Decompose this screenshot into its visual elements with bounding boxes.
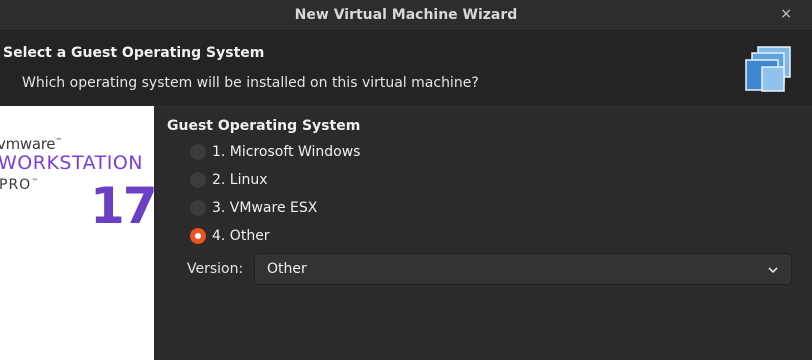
window-titlebar: New Virtual Machine Wizard × (0, 0, 812, 31)
radio-vmware-esx[interactable]: 3. VMware ESX (190, 197, 317, 219)
radio-indicator[interactable] (190, 200, 206, 216)
chevron-down-icon (768, 267, 778, 274)
version-label: Version: (187, 261, 244, 277)
radio-linux[interactable]: 2. Linux (190, 169, 268, 191)
product-name: WORKSTATION (0, 152, 143, 174)
radio-label: 4. Other (212, 228, 270, 244)
product-edition: PRO™ (0, 177, 40, 193)
radio-label: 1. Microsoft Windows (212, 144, 361, 160)
product-version-number: 17 (90, 177, 158, 235)
radio-indicator[interactable] (190, 172, 206, 188)
os-selection-panel: Guest Operating System 1. Microsoft Wind… (154, 106, 812, 360)
branding-panel: vmware™ WORKSTATION PRO™ 17 (0, 106, 158, 360)
window-title: New Virtual Machine Wizard (294, 7, 518, 23)
vmware-logo: vmware™ (0, 135, 62, 153)
header-title: Select a Guest Operating System (3, 45, 265, 61)
guest-os-group-label: Guest Operating System (167, 118, 361, 134)
version-dropdown-value: Other (267, 261, 307, 277)
radio-label: 3. VMware ESX (212, 200, 318, 216)
radio-indicator[interactable] (190, 144, 206, 160)
radio-indicator[interactable] (190, 228, 206, 244)
radio-other[interactable]: 4. Other (190, 225, 270, 247)
radio-microsoft-windows[interactable]: 1. Microsoft Windows (190, 141, 360, 163)
wizard-header: Select a Guest Operating System Which op… (0, 31, 812, 105)
vm-stack-icon (745, 46, 791, 92)
version-dropdown[interactable]: Other (254, 253, 792, 285)
header-subtitle: Which operating system will be installed… (22, 75, 479, 91)
close-icon[interactable]: × (780, 6, 792, 22)
radio-label: 2. Linux (212, 172, 268, 188)
